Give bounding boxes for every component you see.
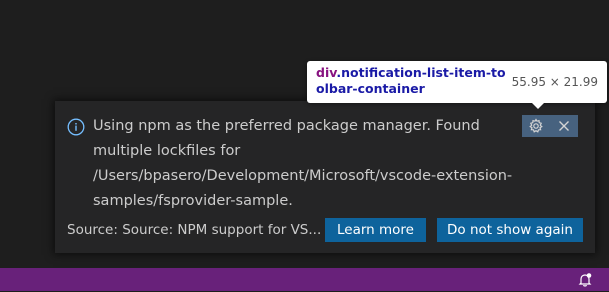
gear-icon[interactable] bbox=[522, 115, 550, 137]
tooltip-tag: div bbox=[316, 65, 337, 80]
close-icon[interactable] bbox=[550, 115, 578, 137]
do-not-show-again-button[interactable]: Do not show again bbox=[437, 218, 583, 242]
notification-toast: Using npm as the preferred package manag… bbox=[55, 101, 595, 253]
devtools-inspect-tooltip: div.notification-list-item-toolbar-conta… bbox=[307, 61, 607, 103]
notification-source: Source: Source: NPM support for VS... bbox=[67, 222, 322, 238]
info-icon bbox=[67, 118, 85, 136]
tooltip-arrow bbox=[531, 102, 545, 109]
tooltip-class: .notification-list-item-toolbar-containe… bbox=[316, 65, 506, 96]
notification-message: Using npm as the preferred package manag… bbox=[93, 118, 513, 209]
learn-more-button[interactable]: Learn more bbox=[325, 218, 426, 242]
tooltip-selector: div.notification-list-item-toolbar-conta… bbox=[316, 65, 506, 97]
notification-toolbar bbox=[522, 115, 578, 137]
bell-icon[interactable] bbox=[577, 272, 593, 288]
status-bar bbox=[0, 268, 609, 291]
tooltip-dimensions: 55.95 × 21.99 bbox=[511, 75, 598, 89]
